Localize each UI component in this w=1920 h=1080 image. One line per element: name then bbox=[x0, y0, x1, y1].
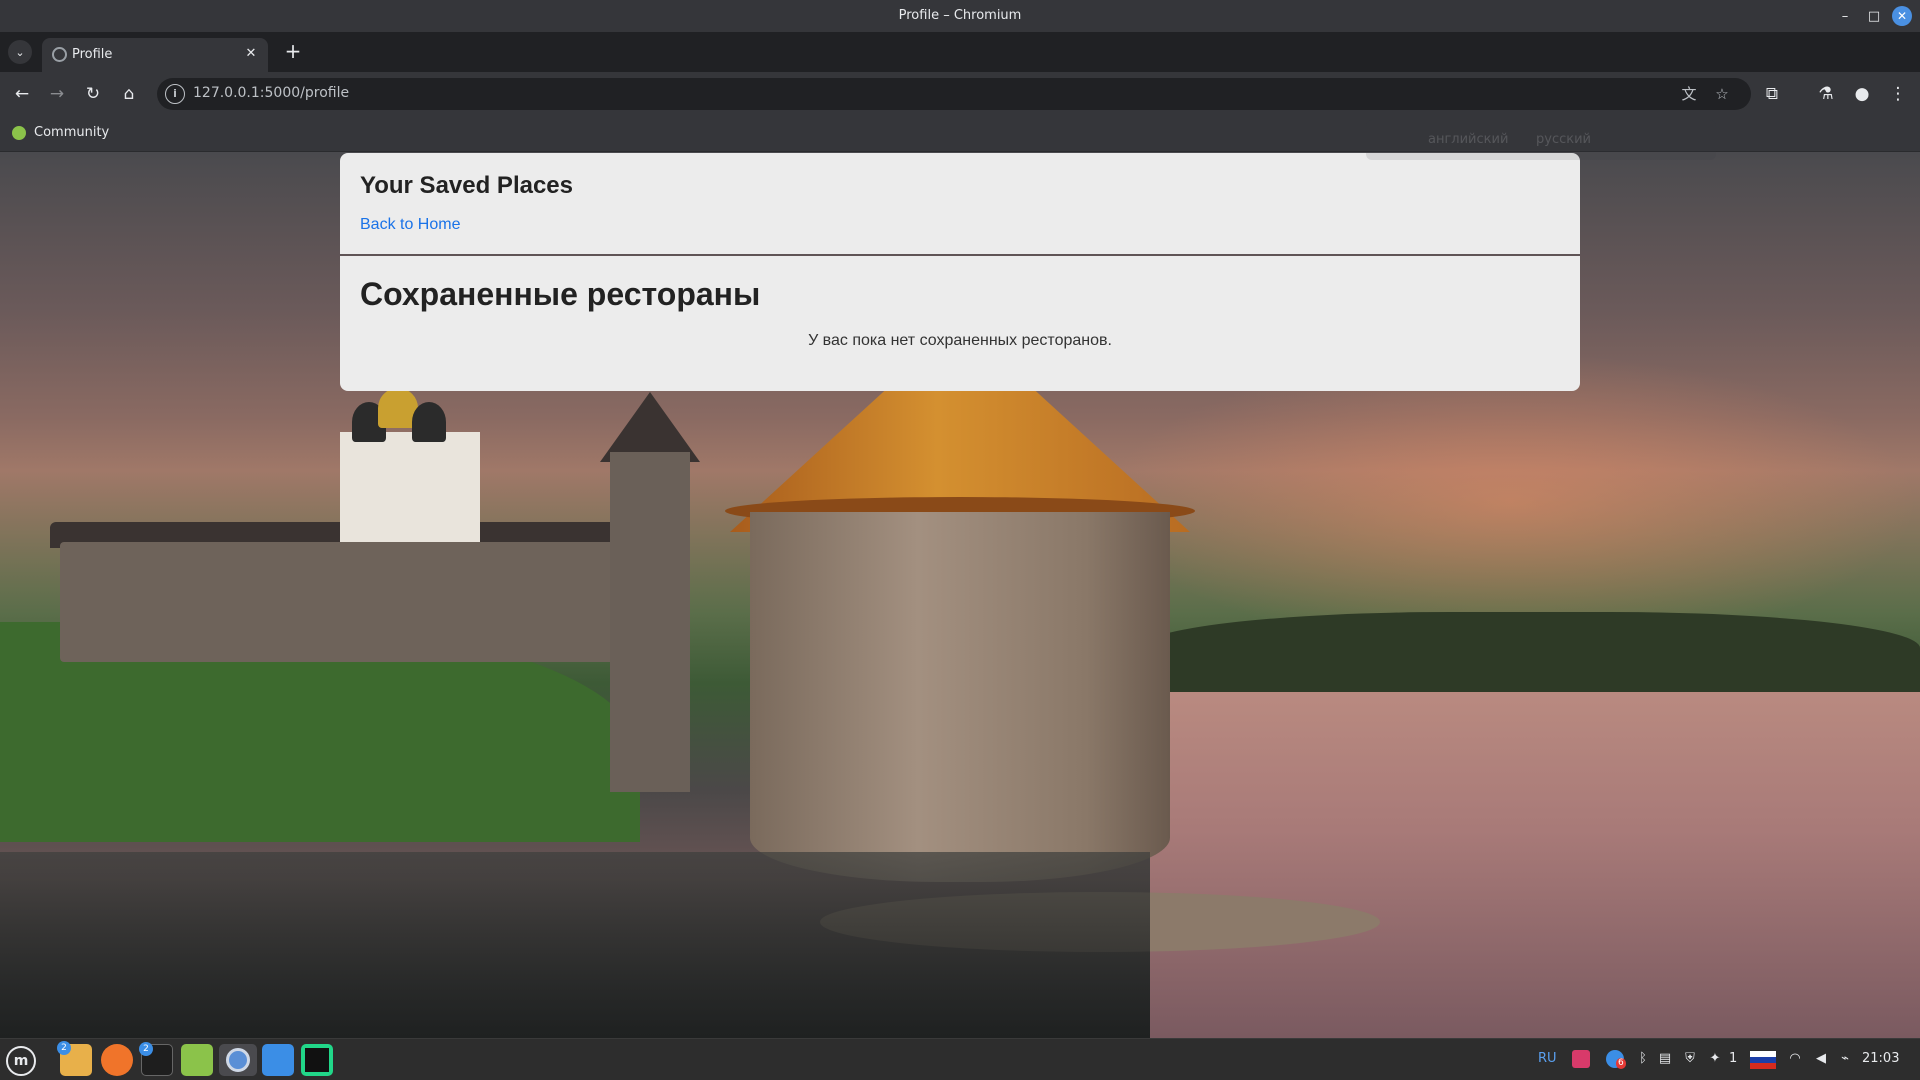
browser-toolbar: ← → ↻ ⌂ i 127.0.0.1:5000/profile 文 ☆ ⧉ ⚗… bbox=[0, 72, 1920, 116]
extensions-icon[interactable]: ⧉ bbox=[1760, 82, 1784, 106]
tab-close-button[interactable]: ✕ bbox=[242, 45, 260, 63]
globe-icon bbox=[52, 47, 67, 62]
forward-button[interactable]: → bbox=[45, 82, 69, 106]
chromium-app-icon[interactable] bbox=[219, 1044, 257, 1076]
terminal-app-icon[interactable]: 2 bbox=[139, 1042, 173, 1076]
window-title: Profile – Chromium bbox=[898, 8, 1022, 23]
bookmark-community[interactable]: Community bbox=[12, 125, 109, 140]
bluetooth-icon[interactable]: ᛒ bbox=[1634, 1050, 1652, 1068]
profile-header-card: Your Saved Places Back to Home bbox=[340, 153, 1580, 254]
page-title: Your Saved Places bbox=[360, 172, 573, 199]
back-to-home-link[interactable]: Back to Home bbox=[360, 216, 460, 234]
bookmark-star-icon[interactable]: ☆ bbox=[1710, 82, 1734, 106]
translate-source-language[interactable]: английский bbox=[1428, 132, 1508, 147]
clock[interactable]: 21:03 bbox=[1862, 1051, 1899, 1066]
profile-icon[interactable]: ● bbox=[1850, 82, 1874, 106]
labs-icon[interactable]: ⚗ bbox=[1814, 82, 1838, 106]
app-indicator-icon[interactable] bbox=[1572, 1050, 1590, 1068]
taskbar: m 2 2 RU 6 ᛒ ▤ ⛨ ✦ 1 ◠ ◀ ⌁ 21:03 bbox=[0, 1038, 1920, 1080]
files-badge: 2 bbox=[57, 1041, 71, 1055]
start-menu-button[interactable]: m bbox=[6, 1046, 36, 1076]
firefox-app-icon[interactable] bbox=[101, 1044, 133, 1076]
community-favicon-icon bbox=[12, 125, 26, 140]
close-window-button[interactable]: ✕ bbox=[1892, 6, 1912, 26]
page-viewport: Your Saved Places Back to Home Сохраненн… bbox=[0, 152, 1920, 1038]
translate-icon[interactable]: 文 bbox=[1677, 82, 1701, 106]
files-app-icon[interactable]: 2 bbox=[57, 1041, 92, 1076]
url-text[interactable]: 127.0.0.1:5000/profile bbox=[193, 85, 349, 101]
translate-target-language[interactable]: русский bbox=[1536, 132, 1591, 147]
updates-icon[interactable]: ✦ bbox=[1706, 1050, 1724, 1068]
terminal-badge: 2 bbox=[139, 1042, 153, 1056]
site-info-icon[interactable]: i bbox=[165, 84, 185, 104]
clipboard-icon[interactable]: ▤ bbox=[1656, 1050, 1674, 1068]
saved-restaurants-card: Сохраненные рестораны У вас пока нет сох… bbox=[340, 256, 1580, 391]
text-editor-app-icon[interactable] bbox=[262, 1044, 294, 1076]
maximize-button[interactable]: □ bbox=[1864, 6, 1884, 26]
notification-count: 6 bbox=[1616, 1058, 1626, 1069]
notification-icon[interactable]: 6 bbox=[1606, 1050, 1626, 1069]
shield-icon[interactable]: ⛨ bbox=[1681, 1050, 1699, 1068]
keyboard-layout-indicator[interactable]: RU bbox=[1538, 1051, 1557, 1066]
wifi-icon[interactable]: ◠ bbox=[1786, 1050, 1804, 1068]
tab-strip: ⌄ Profile ✕ + bbox=[0, 32, 1920, 72]
back-button[interactable]: ← bbox=[10, 82, 34, 106]
bookmark-label: Community bbox=[34, 125, 110, 140]
volume-icon[interactable]: ◀ bbox=[1812, 1050, 1830, 1068]
window-titlebar: Profile – Chromium – □ ✕ bbox=[0, 0, 1920, 32]
translate-popup: английский русский bbox=[1366, 120, 1716, 160]
minimize-button[interactable]: – bbox=[1835, 6, 1855, 26]
russian-flag-icon[interactable] bbox=[1750, 1051, 1776, 1069]
tab-search-button[interactable]: ⌄ bbox=[8, 40, 32, 64]
empty-state-message: У вас пока нет сохраненных ресторанов. bbox=[808, 332, 1112, 349]
address-bar[interactable]: i 127.0.0.1:5000/profile 文 ☆ bbox=[157, 78, 1751, 110]
tab-profile[interactable]: Profile ✕ bbox=[42, 38, 268, 72]
tab-label: Profile bbox=[72, 47, 113, 62]
browser-menu-button[interactable]: ⋮ bbox=[1886, 82, 1910, 106]
updates-count: 1 bbox=[1729, 1051, 1738, 1066]
home-button[interactable]: ⌂ bbox=[117, 82, 141, 106]
software-manager-app-icon[interactable] bbox=[181, 1044, 213, 1076]
pycharm-app-icon[interactable] bbox=[301, 1044, 333, 1076]
power-icon[interactable]: ⌁ bbox=[1836, 1050, 1854, 1068]
saved-restaurants-heading: Сохраненные рестораны bbox=[360, 276, 761, 312]
reload-button[interactable]: ↻ bbox=[81, 82, 105, 106]
new-tab-button[interactable]: + bbox=[283, 41, 303, 62]
